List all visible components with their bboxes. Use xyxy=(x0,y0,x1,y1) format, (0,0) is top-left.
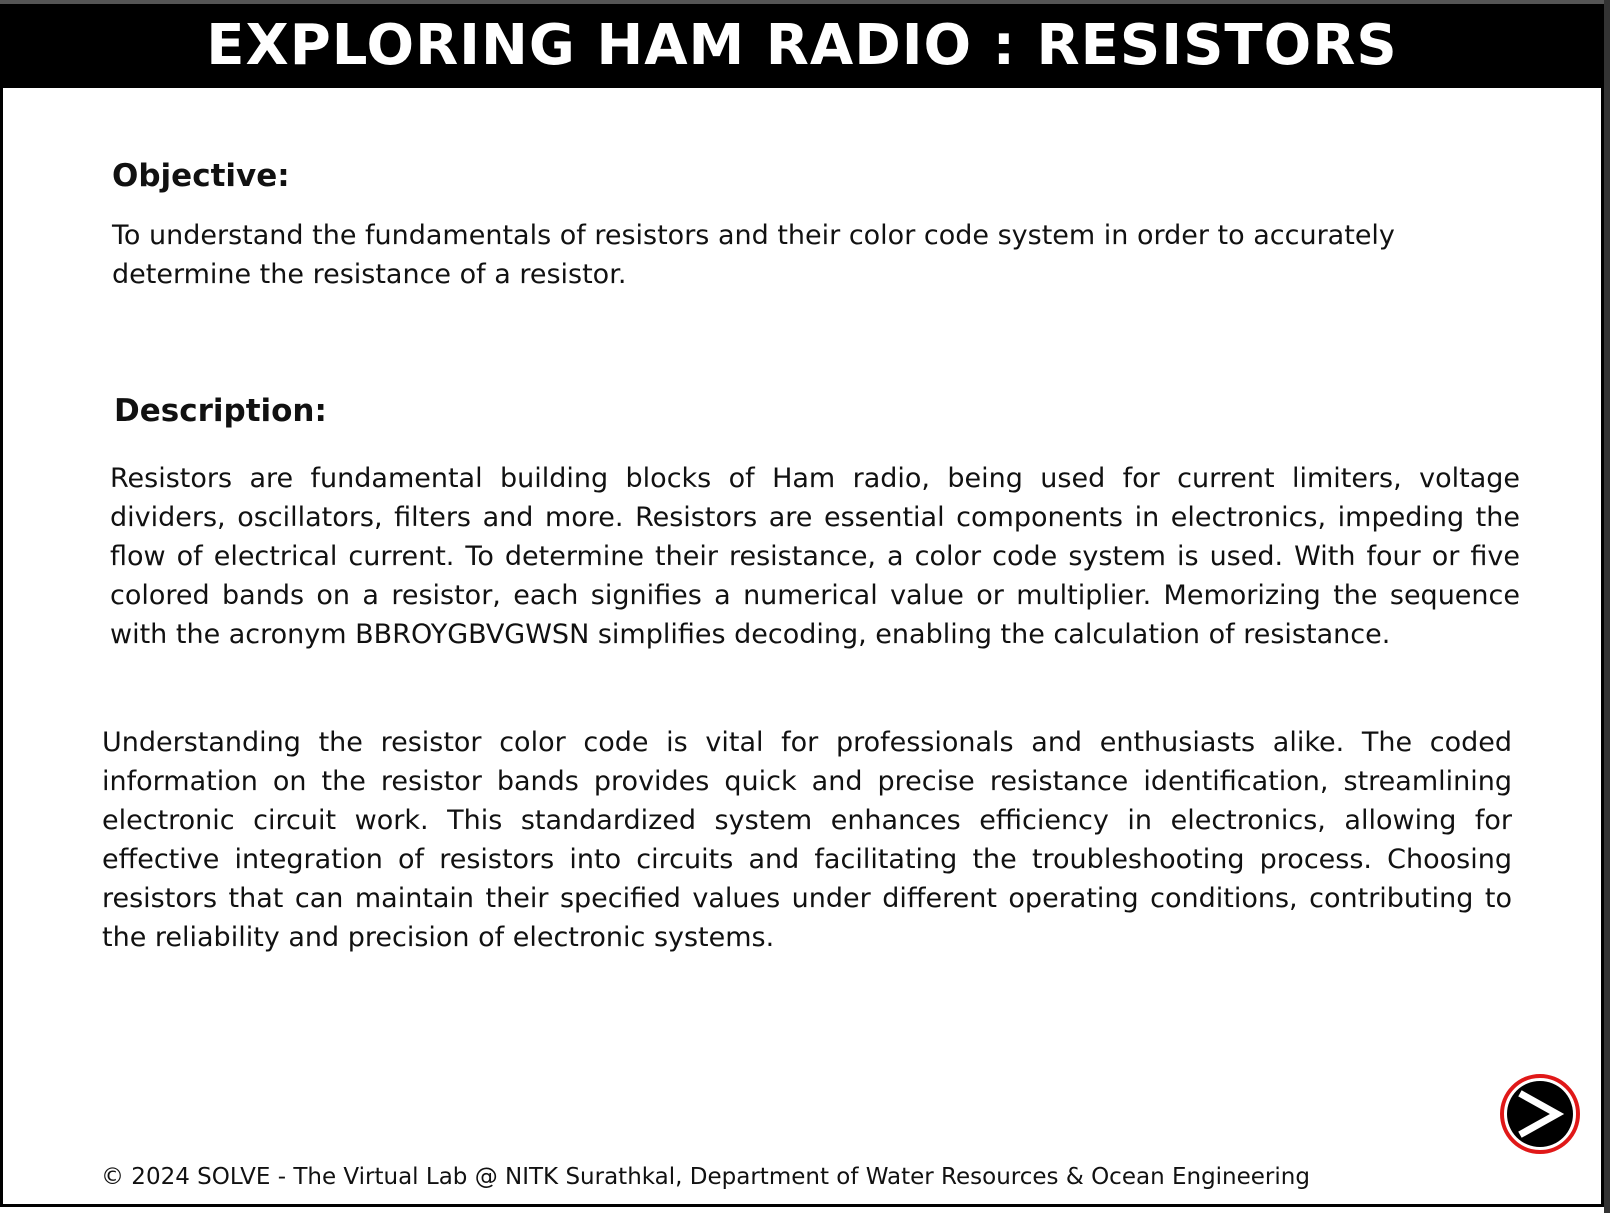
page-title: EXPLORING HAM RADIO : RESISTORS xyxy=(0,4,1604,88)
objective-text: To understand the fundamentals of resist… xyxy=(112,220,1395,290)
description-paragraph-1: Resistors are fundamental building block… xyxy=(110,463,1520,650)
next-button[interactable] xyxy=(1500,1074,1580,1154)
right-border xyxy=(1604,0,1610,1213)
arrow-right-icon xyxy=(1507,1081,1573,1147)
footer-copyright: © 2024 SOLVE - The Virtual Lab @ NITK Su… xyxy=(101,1164,1310,1190)
description-heading: Description: xyxy=(114,393,327,429)
description-paragraph-2: Understanding the resistor color code is… xyxy=(102,727,1512,953)
objective-heading: Objective: xyxy=(112,158,290,194)
